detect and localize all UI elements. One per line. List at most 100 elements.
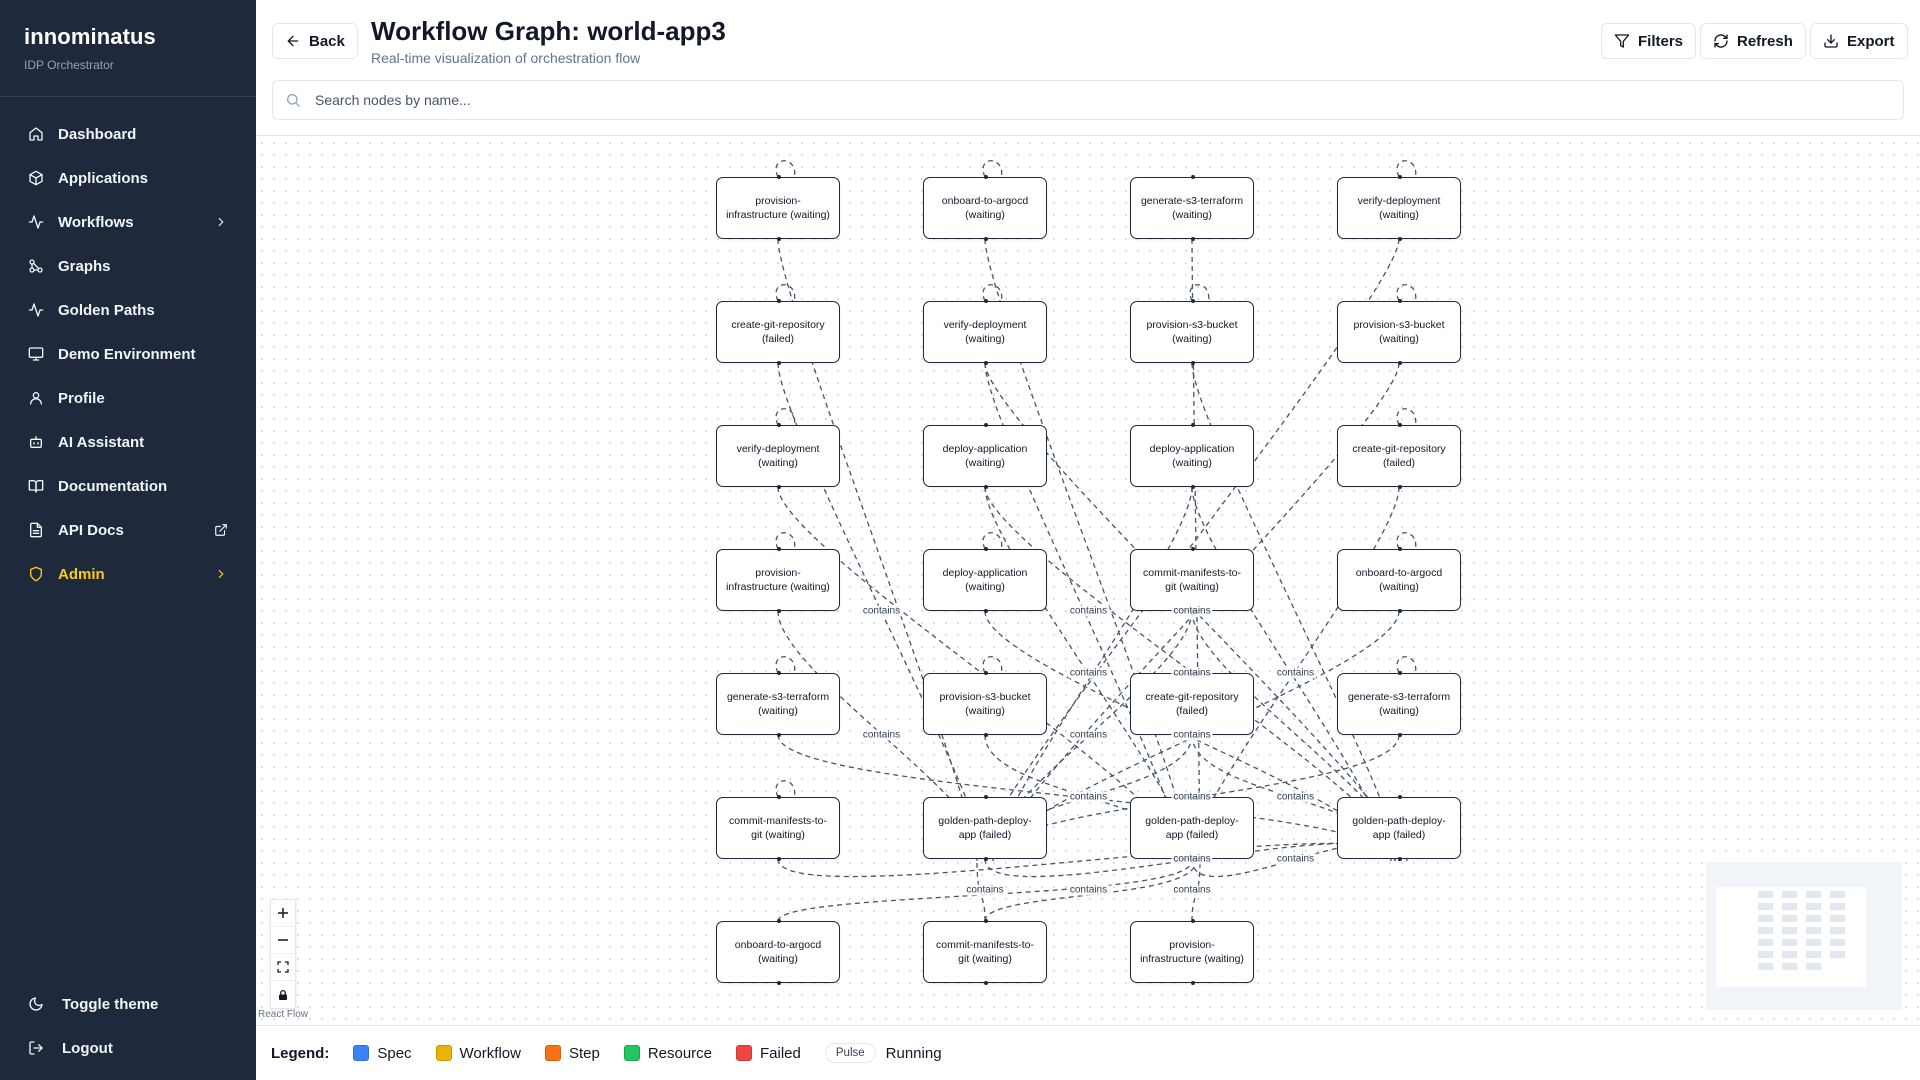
node-target-handle[interactable]	[777, 919, 781, 923]
node-source-handle[interactable]	[984, 981, 988, 985]
node-target-handle[interactable]	[984, 547, 988, 551]
node-target-handle[interactable]	[984, 919, 988, 923]
node-target-handle[interactable]	[1191, 423, 1195, 427]
graph-node-n31[interactable]: deploy-application (waiting)	[923, 547, 1047, 613]
graph-node-n51[interactable]: golden-path-deploy-app (failed)	[923, 795, 1047, 861]
node-source-handle[interactable]	[1191, 361, 1195, 365]
node-source-handle[interactable]	[984, 485, 988, 489]
node-source-handle[interactable]	[1398, 733, 1402, 737]
graph-node-n10[interactable]: create-git-repository (failed)	[716, 299, 840, 365]
node-source-handle[interactable]	[777, 857, 781, 861]
graph-node-n11[interactable]: verify-deployment (waiting)	[923, 299, 1047, 365]
sidebar-item-golden-paths[interactable]: Golden Paths	[16, 288, 240, 332]
graph-node-n40[interactable]: generate-s3-terraform (waiting)	[716, 671, 840, 737]
node-target-handle[interactable]	[984, 795, 988, 799]
graph-node-n53[interactable]: golden-path-deploy-app (failed)	[1337, 795, 1461, 861]
graph-node-n20[interactable]: verify-deployment (waiting)	[716, 423, 840, 489]
graph-node-n23[interactable]: create-git-repository (failed)	[1337, 423, 1461, 489]
node-source-handle[interactable]	[1398, 237, 1402, 241]
graph-node-n32[interactable]: commit-manifests-to-git (waiting)	[1130, 547, 1254, 613]
sidebar-item-graphs[interactable]: Graphs	[16, 244, 240, 288]
refresh-button[interactable]: Refresh	[1700, 23, 1806, 59]
back-button[interactable]: Back	[272, 23, 358, 59]
graph-node-n13[interactable]: provision-s3-bucket (waiting)	[1337, 299, 1461, 365]
node-target-handle[interactable]	[1398, 547, 1402, 551]
node-target-handle[interactable]	[1398, 423, 1402, 427]
graph-node-n52[interactable]: golden-path-deploy-app (failed)	[1130, 795, 1254, 861]
node-target-handle[interactable]	[1191, 299, 1195, 303]
react-flow-attribution[interactable]: React Flow	[258, 1009, 308, 1020]
node-target-handle[interactable]	[1398, 175, 1402, 179]
node-target-handle[interactable]	[1398, 671, 1402, 675]
sidebar-item-documentation[interactable]: Documentation	[16, 464, 240, 508]
node-target-handle[interactable]	[984, 423, 988, 427]
graph-node-n60[interactable]: onboard-to-argocd (waiting)	[716, 919, 840, 985]
node-source-handle[interactable]	[984, 609, 988, 613]
graph-canvas[interactable]: provision-infrastructure (waiting) onboar…	[256, 137, 1920, 1025]
graph-node-n50[interactable]: commit-manifests-to-git (waiting)	[716, 795, 840, 861]
sidebar-item-demo-environment[interactable]: Demo Environment	[16, 332, 240, 376]
node-source-handle[interactable]	[777, 485, 781, 489]
minimap[interactable]	[1706, 862, 1902, 1010]
node-target-handle[interactable]	[1191, 919, 1195, 923]
node-target-handle[interactable]	[1398, 299, 1402, 303]
graph-node-n30[interactable]: provision-infrastructure (waiting)	[716, 547, 840, 613]
graph-node-n42[interactable]: create-git-repository (failed)	[1130, 671, 1254, 737]
sidebar-item-api-docs[interactable]: API Docs	[16, 508, 240, 552]
node-target-handle[interactable]	[984, 175, 988, 179]
graph-node-n41[interactable]: provision-s3-bucket (waiting)	[923, 671, 1047, 737]
node-source-handle[interactable]	[1398, 857, 1402, 861]
sidebar-item-profile[interactable]: Profile	[16, 376, 240, 420]
graph-node-n00[interactable]: provision-infrastructure (waiting)	[716, 175, 840, 241]
node-target-handle[interactable]	[1191, 547, 1195, 551]
sidebar-item-workflows[interactable]: Workflows	[16, 200, 240, 244]
node-source-handle[interactable]	[984, 237, 988, 241]
lock-button[interactable]	[271, 981, 295, 1008]
graph-node-n03[interactable]: verify-deployment (waiting)	[1337, 175, 1461, 241]
graph-node-n43[interactable]: generate-s3-terraform (waiting)	[1337, 671, 1461, 737]
node-source-handle[interactable]	[1398, 609, 1402, 613]
node-source-handle[interactable]	[777, 609, 781, 613]
graph-node-n62[interactable]: provision-infrastructure (waiting)	[1130, 919, 1254, 985]
fit-view-button[interactable]	[271, 954, 295, 981]
sidebar-item-dashboard[interactable]: Dashboard	[16, 112, 240, 156]
node-target-handle[interactable]	[777, 299, 781, 303]
node-source-handle[interactable]	[984, 733, 988, 737]
graph-node-n21[interactable]: deploy-application (waiting)	[923, 423, 1047, 489]
node-source-handle[interactable]	[777, 733, 781, 737]
node-source-handle[interactable]	[777, 361, 781, 365]
node-source-handle[interactable]	[1398, 485, 1402, 489]
graph-node-n01[interactable]: onboard-to-argocd (waiting)	[923, 175, 1047, 241]
graph-node-n22[interactable]: deploy-application (waiting)	[1130, 423, 1254, 489]
sidebar-item-ai-assistant[interactable]: AI Assistant	[16, 420, 240, 464]
search-input[interactable]	[315, 92, 915, 108]
node-source-handle[interactable]	[777, 237, 781, 241]
node-target-handle[interactable]	[777, 795, 781, 799]
node-source-handle[interactable]	[1191, 981, 1195, 985]
graph-node-n12[interactable]: provision-s3-bucket (waiting)	[1130, 299, 1254, 365]
node-target-handle[interactable]	[777, 671, 781, 675]
node-source-handle[interactable]	[1398, 361, 1402, 365]
node-source-handle[interactable]	[984, 857, 988, 861]
zoom-in-button[interactable]	[271, 900, 295, 927]
node-target-handle[interactable]	[984, 671, 988, 675]
graph-node-n61[interactable]: commit-manifests-to-git (waiting)	[923, 919, 1047, 985]
node-target-handle[interactable]	[1398, 795, 1402, 799]
graph-node-n33[interactable]: onboard-to-argocd (waiting)	[1337, 547, 1461, 613]
export-button[interactable]: Export	[1810, 23, 1908, 59]
toggle-theme-button[interactable]: Toggle theme	[16, 982, 240, 1026]
node-target-handle[interactable]	[1191, 175, 1195, 179]
node-target-handle[interactable]	[777, 547, 781, 551]
node-target-handle[interactable]	[984, 299, 988, 303]
sidebar-item-admin[interactable]: Admin	[16, 552, 240, 596]
graph-node-n02[interactable]: generate-s3-terraform (waiting)	[1130, 175, 1254, 241]
node-source-handle[interactable]	[1191, 485, 1195, 489]
node-source-handle[interactable]	[984, 361, 988, 365]
zoom-out-button[interactable]	[271, 927, 295, 954]
logout-button[interactable]: Logout	[16, 1026, 240, 1070]
filters-button[interactable]: Filters	[1601, 23, 1697, 59]
node-target-handle[interactable]	[777, 423, 781, 427]
node-source-handle[interactable]	[777, 981, 781, 985]
node-target-handle[interactable]	[777, 175, 781, 179]
node-source-handle[interactable]	[1191, 237, 1195, 241]
